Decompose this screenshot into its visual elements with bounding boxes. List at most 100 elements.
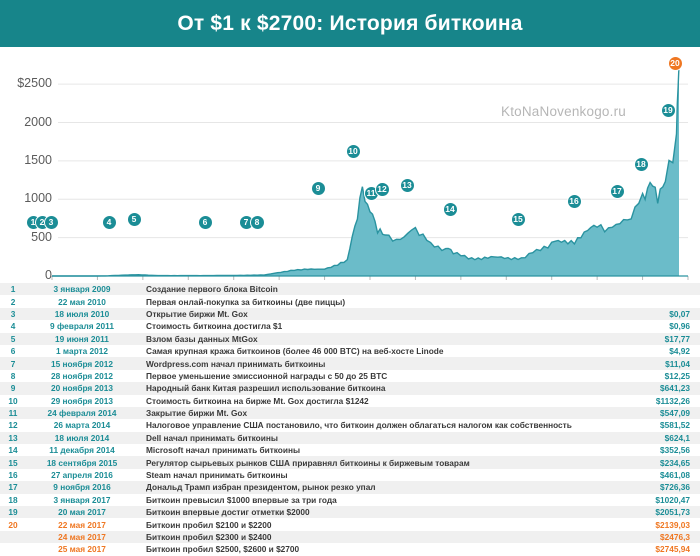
row-value: $0,96: [669, 321, 690, 332]
table-row: 25 мая 2017 Биткоин пробил $2500, $2600 и…: [0, 543, 700, 555]
chart-marker-3[interactable]: 3: [43, 214, 59, 230]
chart-marker-12[interactable]: 12: [374, 181, 390, 197]
chart-marker-20[interactable]: 20: [667, 55, 683, 71]
row-value: $2139,03: [655, 519, 690, 530]
chart-marker-13[interactable]: 13: [399, 177, 415, 193]
price-area-fill: [52, 65, 679, 277]
row-number: 19: [8, 507, 18, 518]
table-row: 17 9 ноября 2016 Дональд Трамп избран през…: [0, 481, 700, 494]
row-description: Steam начал принимать биткоины: [146, 470, 288, 481]
row-value: $461,08: [660, 470, 690, 481]
row-number: 1: [10, 284, 16, 295]
row-number: 15: [8, 457, 18, 468]
row-date: 3 января 2017: [53, 494, 111, 505]
row-value: $4,92: [669, 346, 690, 357]
chart-marker-15[interactable]: 15: [510, 211, 526, 227]
y-axis-tick-label: $2500: [17, 76, 52, 91]
table-row: 14 11 декабря 2014 Microsoft начал принима…: [0, 444, 700, 456]
row-number: 12: [8, 420, 18, 431]
chart-marker-14[interactable]: 14: [442, 201, 458, 217]
row-date: 18 сентября 2015: [46, 457, 118, 468]
chart-marker-6[interactable]: 6: [197, 214, 213, 230]
row-date: 9 февраля 2011: [50, 321, 114, 332]
chart-x-tick-marks: [51, 276, 689, 280]
row-description: Создание первого блока Bitcoin: [146, 284, 278, 295]
row-number: 5: [10, 333, 16, 344]
watermark: KtoNaNovenkogo.ru: [501, 104, 626, 119]
row-number: 18: [8, 494, 18, 505]
table-row: 10 29 ноября 2013 Стоимость биткоина на би…: [0, 395, 700, 407]
chart-marker-5[interactable]: 5: [126, 211, 142, 227]
table-row: 8 28 ноября 2012 Первое уменьшение эмиссио…: [0, 370, 700, 382]
row-number: 13: [8, 432, 18, 443]
row-date: 18 июля 2010: [54, 308, 110, 319]
row-description: Dell начал принимать биткоины: [146, 432, 278, 443]
chart-marker-16[interactable]: 16: [566, 193, 582, 209]
row-number: 8: [10, 370, 16, 381]
table-row: 9 20 ноября 2013 Народный банк Китая разре…: [0, 382, 700, 395]
row-date: 19 июня 2011: [55, 333, 109, 344]
row-number: 16: [8, 470, 18, 481]
table-row: 3 18 июля 2010 Открытие биржи Mt. Gox $0,07: [0, 307, 700, 321]
row-description: Стоимость биткоина на бирже Mt. Gox дост…: [146, 395, 369, 406]
row-date: 20 мая 2017: [58, 507, 106, 518]
chart-area: KtoNaNovenkogo.ru $2500 2000 1500 1000 500 0 …: [0, 47, 700, 306]
chart-marker-4[interactable]: 4: [101, 214, 117, 230]
row-number: 14: [8, 445, 18, 456]
row-value: $12,25: [664, 370, 690, 381]
row-number: 4: [10, 321, 16, 332]
row-description: Открытие биржи Mt. Gox: [146, 308, 248, 319]
page-title: От $1 к $2700: История биткоина: [177, 11, 523, 35]
table-row: 2 22 мая 2010 Первая онлай-покупка за битк…: [0, 295, 700, 307]
table-row: 11 24 февраля 2014 Закрытие биржи Mt. Gox $…: [0, 406, 700, 420]
row-description: Дональд Трамп избран президентом, рынок …: [146, 482, 376, 493]
header-bar: От $1 к $2700: История биткоина: [0, 0, 700, 47]
row-number: 9: [10, 383, 16, 394]
table-row: 18 3 января 2017 Биткоин превысил $1000 вп…: [0, 494, 700, 506]
row-value: $624,1: [664, 432, 690, 443]
y-axis-tick-label: 2000: [24, 114, 52, 129]
row-number: 17: [8, 482, 18, 493]
chart-marker-9[interactable]: 9: [310, 180, 326, 196]
row-description: Закрытие биржи Mt. Gox: [146, 408, 248, 419]
row-value: $1020,47: [655, 494, 690, 505]
chart-marker-18[interactable]: 18: [633, 156, 649, 172]
row-description: Microsoft начал принимать биткоины: [146, 445, 301, 456]
chart-marker-17[interactable]: 17: [609, 183, 625, 199]
row-description: Биткоин пробил $2100 и $2200: [146, 519, 272, 530]
row-description: Первая онлай-покупка за биткоины (две пи…: [146, 296, 346, 307]
row-number: 11: [8, 408, 18, 419]
table-row: 4 9 февраля 2011 Стоимость биткоина достиг…: [0, 320, 700, 332]
chart-marker-10[interactable]: 10: [345, 143, 361, 159]
row-date: 22 мая 2010: [58, 296, 106, 307]
row-value: $641,23: [660, 383, 690, 394]
row-date: 24 февраля 2014: [47, 408, 117, 419]
row-date: 11 декабря 2014: [49, 445, 115, 456]
row-value: $2745,94: [655, 544, 690, 555]
table-row: 19 20 мая 2017 Биткоин впервые достиг отме…: [0, 506, 700, 519]
chart-marker-8[interactable]: 8: [249, 214, 265, 230]
chart-marker-19[interactable]: 19: [660, 102, 676, 118]
row-value: $2476,3: [660, 532, 690, 542]
table-row: 24 мая 2017 Биткоин пробил $2300 и $2400 $…: [0, 530, 700, 544]
row-number: 7: [10, 358, 16, 369]
row-date: 1 марта 2012: [56, 346, 108, 357]
row-description: Wordpress.com начал принимать биткоины: [146, 358, 326, 369]
row-description: Народный банк Китая разрешил использован…: [146, 383, 386, 394]
row-date: 25 мая 2017: [58, 544, 106, 555]
row-number: 6: [10, 346, 16, 357]
row-description: Первое уменьшение эмиссионной награды с …: [146, 370, 388, 381]
price-area-chart: [51, 65, 689, 280]
table-row: 15 18 сентября 2015 Регулятор сырьевых рын…: [0, 456, 700, 469]
row-date: 29 ноября 2013: [50, 395, 114, 406]
row-number: 3: [10, 308, 16, 319]
table-row: 7 15 ноября 2012 Wordpress.com начал прини…: [0, 357, 700, 370]
row-description: Биткоин превысил $1000 впервые за три го…: [146, 494, 337, 505]
row-value: $11,04: [665, 358, 690, 369]
y-axis-tick-label: 500: [31, 229, 52, 244]
table-row: 20 22 мая 2017 Биткоин пробил $2100 и $220…: [0, 518, 700, 530]
row-date: 18 июля 2014: [54, 432, 110, 443]
row-date: 26 марта 2014: [53, 420, 111, 431]
infographic-root: От $1 к $2700: История биткоина KtoNaNov…: [0, 0, 700, 554]
row-value: $352,56: [660, 445, 690, 456]
